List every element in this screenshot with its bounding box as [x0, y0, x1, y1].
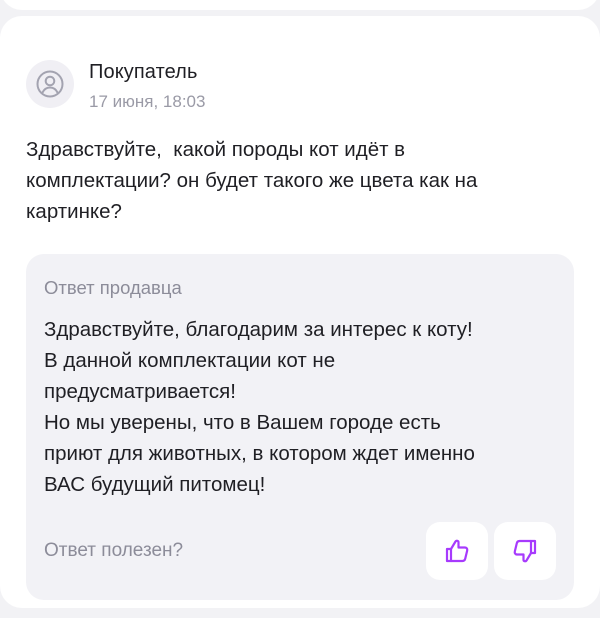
seller-answer-title: Ответ продавца: [44, 277, 182, 298]
like-button[interactable]: [426, 522, 488, 580]
seller-answer-box: Ответ продавца Здравствуйте, благодарим …: [26, 254, 574, 600]
previous-card-edge: [0, 0, 600, 10]
user-icon: [36, 70, 64, 98]
helpful-question: Ответ полезен?: [44, 540, 184, 561]
dislike-button[interactable]: [494, 522, 556, 580]
review-question-text: Здравствуйте, какой породы кот идёт в ко…: [26, 138, 478, 223]
seller-answer-text: Здравствуйте, благодарим за интерес к ко…: [44, 318, 475, 496]
author-name: Покупатель: [89, 61, 198, 83]
thumbs-down-icon: [513, 539, 537, 563]
review-date: 17 июня, 18:03: [89, 92, 206, 111]
thumbs-up-icon: [445, 539, 469, 563]
review-card: Покупатель 17 июня, 18:03 Здравствуйте, …: [0, 16, 600, 608]
author-avatar: [26, 60, 74, 108]
